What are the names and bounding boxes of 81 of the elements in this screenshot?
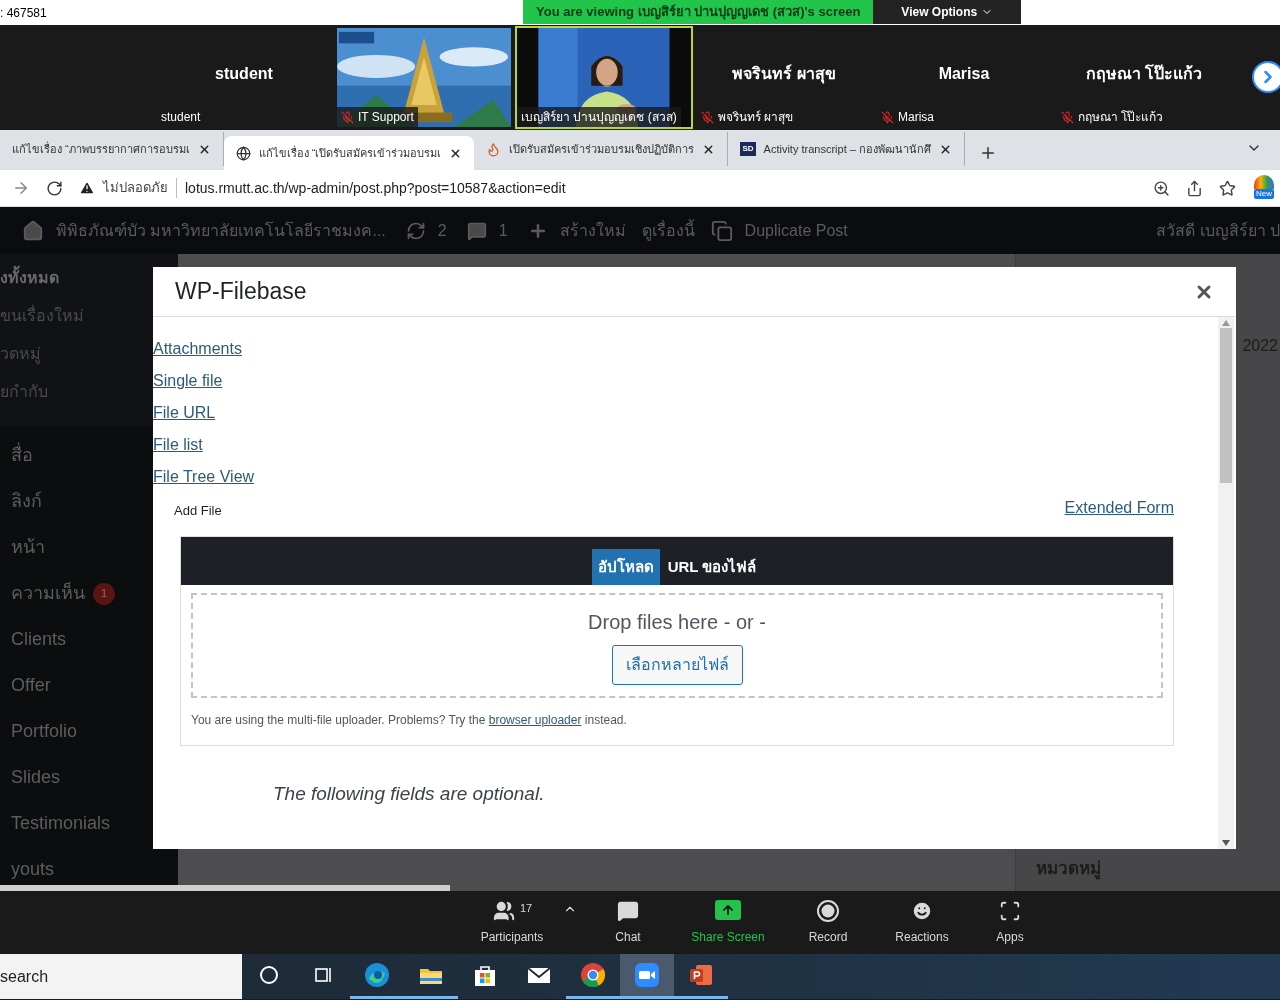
chat-icon — [617, 899, 639, 922]
scroll-down-icon[interactable] — [1222, 840, 1230, 846]
warning-icon — [79, 180, 95, 196]
browser-tab[interactable]: แก้ไขเรื่อง “ภาพบรรยากาศการอบรมเ — [0, 132, 224, 166]
edge-icon — [363, 961, 391, 989]
drop-text: Drop files here - or - — [588, 609, 766, 635]
browser-tab[interactable]: แก้ไขเรื่อง “เปิดรับสมัครเข้าร่วมอบรมเ — [223, 136, 475, 170]
browser-uploader-link[interactable]: browser uploader — [488, 713, 582, 727]
participant-name: พจรินทร์ ผาสุข — [732, 63, 836, 86]
forward-icon[interactable] — [12, 179, 30, 197]
profile-button[interactable]: New — [1252, 175, 1276, 201]
filebase-link[interactable]: Attachments — [153, 337, 242, 360]
chrome-icon — [579, 961, 607, 989]
next-page-button[interactable] — [1252, 61, 1280, 93]
zoom-icon[interactable] — [1153, 179, 1170, 197]
horizontal-scrollbar[interactable] — [0, 885, 450, 891]
optional-fields-note: The following fields are optional. — [272, 782, 546, 806]
select-files-button[interactable]: เลือกหลายไฟล์ — [611, 644, 743, 685]
address-field[interactable]: lotus.rmutt.ac.th/wp-admin/post.php?post=10587&action=edit — [185, 177, 566, 199]
participant-label: student — [161, 109, 201, 126]
participant-label: IT Support — [358, 109, 414, 126]
modal-title: WP-Filebase — [175, 277, 307, 307]
sharing-banner: You are viewing เบญสิร์ยา ปานปุญญเดช (สวส)'s screen — [523, 0, 874, 24]
uploader-note: You are using the multi-file uploader. Problems? Try the browser uploader instead. — [190, 712, 628, 729]
upload-tab[interactable]: อัปโหลด — [591, 549, 660, 585]
participants-icon — [491, 899, 516, 922]
comments-icon[interactable] — [466, 220, 487, 241]
browser-tab[interactable]: SD Activity transcript – กองพัฒนานักศึ — [728, 132, 965, 166]
site-icon: SD — [740, 142, 756, 156]
new-badge: New — [1254, 189, 1274, 199]
share-screen-icon — [715, 899, 741, 920]
view-options-button[interactable]: View Options — [873, 0, 1022, 24]
filebase-link[interactable]: Single file — [153, 369, 223, 392]
video-tile[interactable]: เบญสิร์ยา ปานปุญญเดช (สวส) — [515, 26, 693, 129]
upload-tab[interactable]: URL ของไฟล์ — [661, 549, 763, 585]
filebase-link[interactable]: File list — [153, 433, 203, 456]
tab-title: แก้ไขเรื่อง “ภาพบรรยากาศการอบรมเ — [12, 140, 190, 157]
tab-title: แก้ไขเรื่อง “เปิดรับสมัครเข้าร่วมอบรมเ — [258, 144, 442, 161]
tab-title: Activity transcript – กองพัฒนานักศึ — [763, 141, 931, 157]
meeting-control-button[interactable]: Chat — [578, 894, 678, 951]
meeting-control-button[interactable]: Apps — [966, 894, 1054, 951]
reactions-icon — [911, 899, 933, 922]
video-tile[interactable]: IT Support — [335, 26, 513, 129]
browser-tab[interactable]: เปิดรับสมัครเข้าร่วมอบรมเชิงปฏิบัติการ — [474, 132, 729, 166]
vertical-scrollbar[interactable] — [1218, 317, 1234, 849]
participant-count: 17 — [519, 900, 533, 916]
scrollbar-thumb[interactable] — [1220, 328, 1232, 483]
add-file-heading: Add File — [174, 501, 222, 520]
tab-title: เปิดรับสมัครเข้าร่วมอบรมเชิงปฏิบัติการ — [509, 141, 695, 157]
security-label[interactable]: ไม่ปลอดภัย — [103, 178, 177, 198]
count-badge: 1 — [93, 582, 115, 605]
participant-label: เบญสิร์ยา ปานปุญญเดช (สวส) — [521, 109, 677, 126]
taskbar-app[interactable] — [620, 954, 674, 999]
reload-icon[interactable] — [46, 179, 63, 197]
bookmark-star-icon[interactable] — [1219, 179, 1236, 197]
updates-count: 2 — [437, 220, 447, 241]
updates-icon[interactable] — [405, 220, 426, 241]
share-icon[interactable] — [1186, 179, 1203, 197]
home-icon[interactable] — [22, 219, 44, 242]
participant-label: กฤษณา โป๊ะแก้ว — [1078, 109, 1164, 126]
meeting-control-button[interactable]: Reactions — [878, 894, 966, 951]
meeting-id: : 467581 — [0, 4, 47, 22]
record-icon — [817, 899, 839, 922]
duplicate-icon[interactable] — [710, 219, 733, 242]
drop-zone[interactable]: Drop files here - or - เลือกหลายไฟล์ — [191, 593, 1163, 698]
participant-name: student — [215, 63, 273, 84]
extended-form-link[interactable]: Extended Form — [1064, 496, 1174, 520]
search-field[interactable]: search — [0, 954, 242, 999]
apps-icon — [999, 899, 1021, 922]
filebase-link[interactable]: File Tree View — [153, 465, 255, 488]
filebase-link[interactable]: File URL — [153, 401, 216, 424]
participant-label: Marisa — [898, 109, 934, 126]
comments-count: 1 — [498, 220, 508, 241]
meeting-control-button[interactable]: Record — [778, 894, 878, 951]
globe-icon — [235, 145, 251, 161]
participant-name: กฤษณา โป๊ะแก้ว — [1085, 63, 1203, 85]
participant-name: Marisa — [938, 63, 990, 84]
video-camera-icon — [633, 961, 661, 989]
participant-label: พจรินทร์ ผาสุข — [718, 109, 794, 126]
meeting-control-button[interactable]: 17 Participants — [462, 894, 562, 951]
meeting-control-button[interactable]: Share Screen — [678, 894, 778, 951]
